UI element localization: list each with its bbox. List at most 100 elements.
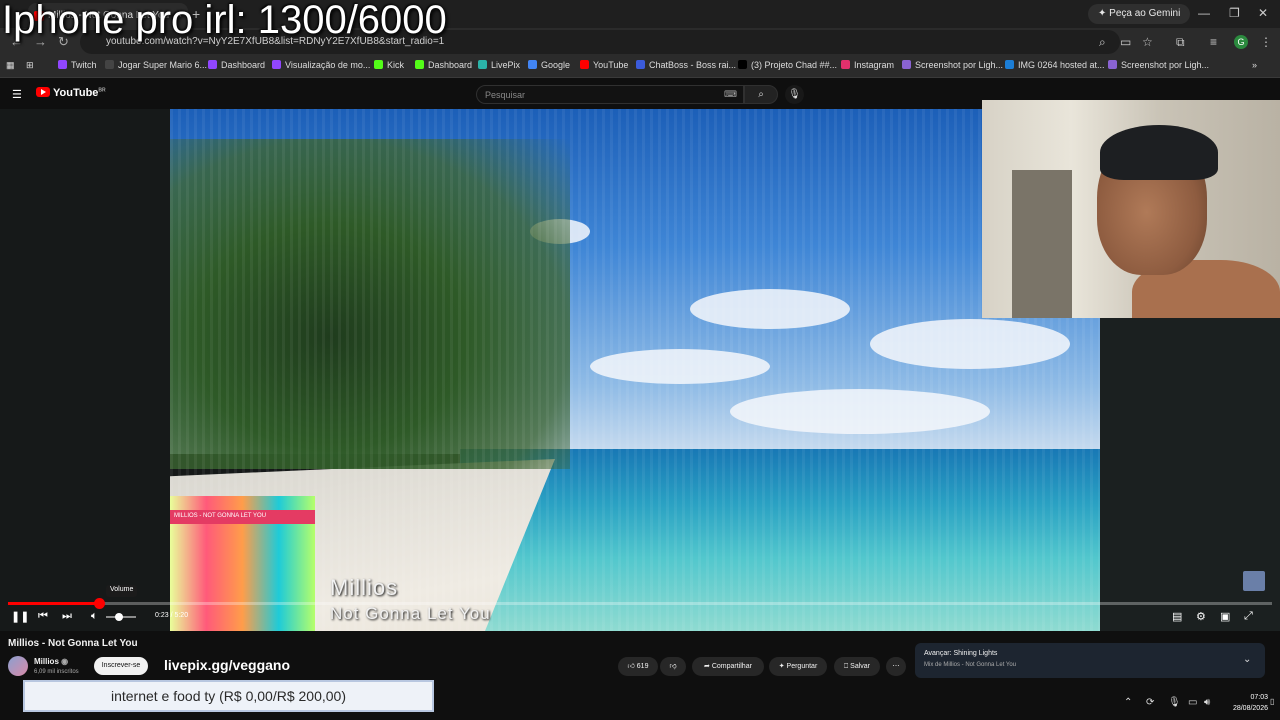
bookmark-item[interactable]: Twitch [58,60,97,70]
save-button[interactable]: ⎕ Salvar [834,657,880,676]
minimize-button[interactable]: — [1198,6,1210,20]
subscribe-button[interactable]: Inscrever-se [94,657,148,675]
tab-search-icon[interactable]: ⊞ [26,60,34,71]
bookmark-item[interactable]: Jogar Super Mario 6... [105,60,207,70]
volume-tooltip: Volume [106,585,138,597]
apps-grid-icon[interactable]: ▦ [6,60,15,71]
bookmark-item[interactable]: Screenshot por Ligh... [902,60,1003,70]
webcam-overlay [982,100,1280,318]
clock-time: 07:03 [1250,694,1268,701]
bookmark-favicon-icon [841,60,850,69]
gemini-label: Peça ao Gemini [1109,8,1181,19]
webcam-door [1012,170,1072,318]
dislike-button[interactable]: 👎︎ [660,657,686,676]
profile-avatar[interactable]: G [1234,35,1248,49]
search-button[interactable]: ⌕ [744,85,778,104]
youtube-logo[interactable]: YouTubeBR [36,87,106,99]
pause-icon[interactable]: ❚❚ [11,610,29,623]
maximize-button[interactable]: ❐ [1229,6,1240,20]
subtitles-icon[interactable]: ▤ [1172,610,1182,623]
media-icon[interactable]: ≡ [1210,35,1217,49]
gemini-button[interactable]: ✦ Peça ao Gemini [1088,4,1191,24]
more-bookmarks-icon[interactable]: » [1252,60,1257,70]
bookmark-item[interactable]: LivePix [478,60,520,70]
up-next-panel[interactable] [915,643,1265,678]
subscriber-count: 6,09 mil inscritos [34,669,79,675]
video-title: Millios - Not Gonna Let You [8,638,138,649]
album-art-thumbnail: MILLIOS - NOT GONNA LET YOU [170,496,315,631]
webcam-person-cap [1100,125,1218,180]
volume-icon[interactable]: 🔈︎ [91,610,98,623]
bookmark-item[interactable]: ChatBoss - Boss rai... [636,60,736,70]
share-button[interactable]: ➦ Compartilhar [692,657,764,676]
bookmark-favicon-icon [1005,60,1014,69]
bookmark-item[interactable]: Screenshot por Ligh... [1108,60,1209,70]
youtube-play-icon [36,87,50,97]
extensions-icon[interactable]: ⧉ [1176,35,1185,50]
bookmark-item[interactable]: Visualização de mo... [272,60,370,70]
ask-button[interactable]: ✦ Perguntar [769,657,827,676]
settings-gear-icon[interactable]: ⚙ [1196,610,1206,623]
bookmark-star-icon[interactable]: ☆ [1142,35,1153,49]
search-input[interactable]: Pesquisar ⌨ [476,85,744,104]
hamburger-menu-icon[interactable]: ☰ [12,88,22,101]
tray-speaker-icon[interactable]: 🔊︎ [1204,697,1210,708]
bookmark-favicon-icon [636,60,645,69]
tray-microphone-icon[interactable]: 🎙︎ [1168,697,1181,708]
progress-bar[interactable] [8,598,1272,609]
bookmark-item[interactable]: Dashboard [208,60,265,70]
video-song-overlay: Not Gonna Let You [330,604,491,623]
stream-goal-overlay: Iphone pro irl: 1300/6000 [2,0,447,42]
bookmark-item[interactable]: Instagram [841,60,894,70]
channel-avatar[interactable] [8,656,28,676]
notification-icon[interactable]: ▯ [1270,697,1274,706]
bookmark-item[interactable]: Dashboard [415,60,472,70]
tray-chevron-up-icon[interactable]: ⌃ [1124,697,1132,708]
bookmark-favicon-icon [272,60,281,69]
bookmark-item[interactable]: YouTube [580,60,628,70]
tray-sync-icon[interactable]: ⟳ [1146,697,1154,708]
endscreen-thumbnail[interactable] [1243,571,1265,591]
region-code: BR [98,87,106,94]
bookmark-favicon-icon [415,60,424,69]
time-display: 0:23 / 5:20 [155,612,189,619]
sparkle-icon: ✦ [778,663,787,670]
previous-icon[interactable]: ⏮ [38,610,48,623]
bookmark-item[interactable]: Kick [374,60,404,70]
bookmark-favicon-icon [105,60,114,69]
channel-name[interactable]: Millios ◉ [34,657,68,666]
like-button[interactable]: 👍︎ 619 [618,657,658,676]
voice-search-button[interactable]: 🎙︎ [785,85,804,104]
taskbar-clock[interactable]: 07:03 28/08/2026 [1226,692,1268,714]
bookmarks-bar: ▦ ⊞ Twitch Jogar Super Mario 6... Dashbo… [0,56,1280,78]
bookmark-item[interactable]: (3) Projeto Chad ##... [738,60,837,70]
progress-knob[interactable] [94,598,105,609]
menu-kebab-icon[interactable]: ⋮ [1260,35,1272,49]
bookmark-item[interactable]: IMG 0264 hosted at... [1005,60,1105,70]
fullscreen-icon[interactable]: ⤢ [1244,610,1253,623]
zoom-icon[interactable]: ⌕ [1099,35,1106,50]
bookmark-favicon-icon [1108,60,1117,69]
search-placeholder: Pesquisar [485,90,526,100]
video-letterbox-left [0,109,170,631]
clock-date: 28/08/2026 [1232,705,1268,712]
tray-network-icon[interactable]: ▭ [1188,697,1197,708]
thumbs-up-icon: 👍︎ [627,663,637,670]
next-icon[interactable]: ⏭ [62,610,72,623]
bookmark-favicon-icon [738,60,747,69]
bookmark-favicon-icon [580,60,589,69]
progress-fill [8,602,99,605]
chevron-down-icon[interactable]: ⌄ [1243,654,1251,665]
bookmark-favicon-icon [528,60,537,69]
close-window-button[interactable]: ✕ [1258,6,1268,20]
bookmark-item[interactable]: Google [528,60,570,70]
volume-knob[interactable] [115,613,123,621]
thumb-strip: MILLIOS - NOT GONNA LET YOU [170,510,315,524]
more-actions-button[interactable]: ⋯ [886,657,906,676]
miniplayer-icon[interactable]: ▣ [1220,610,1230,623]
promo-link-text: livepix.gg/veggano [164,657,291,673]
search-icon: ⌕ [758,89,764,100]
cast-icon[interactable]: ▭ [1120,35,1131,49]
keyboard-icon[interactable]: ⌨ [724,89,737,100]
microphone-icon: 🎙︎ [788,89,801,100]
